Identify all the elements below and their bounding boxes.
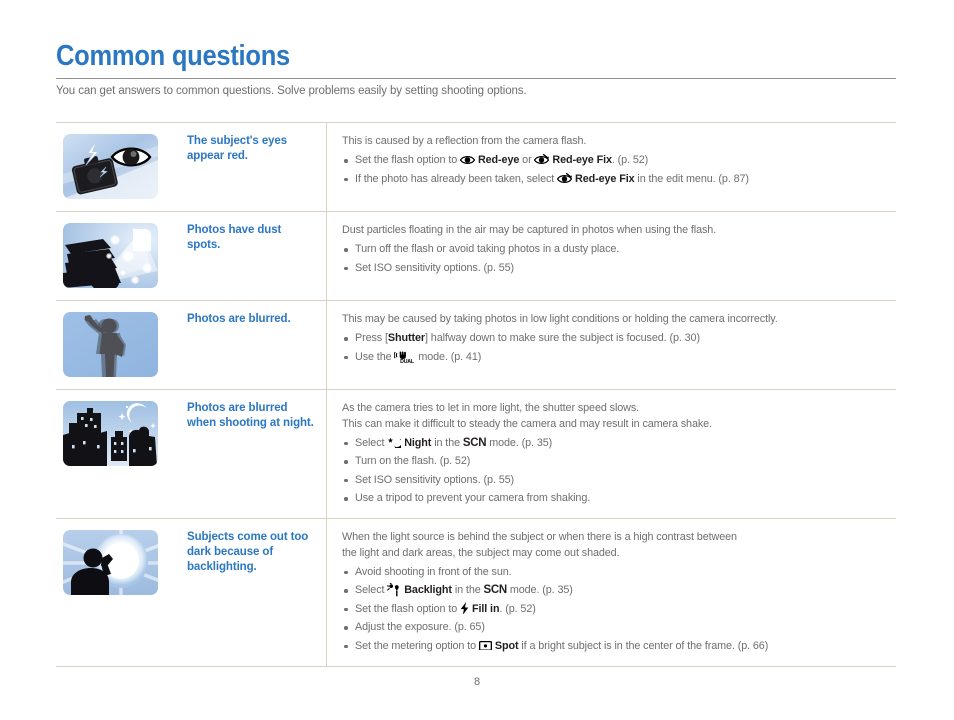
answer-lead-line: As the camera tries to let in more light… (342, 402, 640, 414)
answer-bullet: If the photo has already been taken, sel… (342, 172, 890, 187)
scn-mode-label: SCN (462, 436, 487, 449)
table-row: Photos are blurred. This may be caused by… (56, 300, 897, 390)
answer-bullet: Set ISO sensitivity options. (p. 55) (342, 473, 890, 488)
scn-mode-label: SCN (483, 584, 508, 596)
question-cell: The subject's eyes appear red. (177, 122, 327, 212)
answer-lead-line: This can make it difficult to steady the… (342, 417, 712, 430)
answer-lead-line: This is caused by a reflection from the … (342, 135, 587, 147)
dust-spots-thumbnail (63, 223, 158, 288)
answer-bullet: Set ISO sensitivity options. (p. 55) (342, 261, 890, 276)
answer-bullet: Select Backlight in the SCN mode. (p. 35… (342, 583, 890, 598)
answer-bullet-list: Turn off the flash or avoid taking photo… (342, 242, 890, 276)
answer-cell: When the light source is behind the subj… (327, 519, 897, 667)
emphasis-text: Fill in (469, 602, 500, 615)
spot-metering-icon (478, 640, 492, 651)
answer-bullet: Set the flash option to Fill in. (p. 52) (342, 601, 890, 617)
emphasis-text: Red-eye Fix (572, 172, 635, 185)
night-scene-thumbnail (63, 401, 158, 466)
question-cell: Subjects come out too dark because of ba… (177, 518, 327, 666)
answer-bullet: Turn on the flash. (p. 52) (342, 454, 890, 469)
table-row: The subject's eyes appear red. This is ca… (56, 122, 897, 212)
night-mode-icon (387, 437, 402, 448)
backlight-mode-icon (387, 583, 401, 597)
page-title: Common questions (56, 40, 290, 72)
answer-cell: Dust particles floating in the air may b… (327, 212, 897, 301)
answer-bullet: Press [Shutter] halfway down to make sur… (342, 331, 890, 346)
answer-bullet-list: Avoid shooting in front of the sun. Selec… (342, 565, 890, 654)
answer-lead-line: the light and dark areas, the subject ma… (342, 546, 620, 559)
thumbnail-cell (56, 519, 177, 667)
answer-lead-line: Dust particles floating in the air may b… (342, 224, 717, 236)
question-text: Photos have dust spots. (187, 224, 282, 251)
thumbnail-cell (56, 123, 177, 212)
table-body: The subject's eyes appear red. This is ca… (56, 122, 897, 667)
emphasis-text: Red-eye Fix (549, 154, 612, 166)
answer-cell: This is caused by a reflection from the … (327, 123, 897, 212)
question-cell: Photos have dust spots. (177, 211, 327, 301)
thumbnail-cell (56, 390, 177, 519)
answer-bullet: Set the flash option to Red-eye or Red-e… (342, 153, 890, 168)
title-divider (56, 78, 896, 79)
answer-lead-line: This may be caused by taking photos in l… (342, 313, 778, 325)
blurred-photo-thumbnail (63, 312, 158, 377)
question-text: Photos are blurred. (187, 313, 291, 325)
emphasis-text: Red-eye (475, 154, 520, 166)
red-eye-fix-icon (557, 172, 573, 184)
thumbnail-cell (56, 301, 177, 390)
table-row: Photos are blurred when shooting at nigh… (56, 389, 897, 519)
answer-bullet: Use a tripod to prevent your camera from… (342, 491, 890, 506)
red-eye-thumbnail (63, 134, 158, 199)
answer-bullet: Set the metering option to Spot if a bri… (342, 639, 890, 654)
red-eye-fix-icon (534, 154, 550, 165)
answer-cell: As the camera tries to let in more light… (327, 390, 897, 519)
table-row: Subjects come out too dark because of ba… (56, 518, 897, 667)
manual-page: Common questions You can get answers to … (0, 0, 954, 720)
answer-lead-line: When the light source is behind the subj… (342, 531, 737, 543)
page-subtitle: You can get answers to common questions.… (56, 85, 527, 97)
red-eye-icon (460, 155, 476, 165)
svg-text:DUAL: DUAL (401, 358, 415, 363)
answer-bullet-list: Press [Shutter] halfway down to make sur… (342, 331, 890, 365)
dual-is-icon: DUAL (394, 350, 415, 363)
question-text: Subjects come out too dark because of ba… (187, 531, 309, 573)
fill-in-flash-icon (460, 601, 469, 615)
question-text: The subject's eyes appear red. (187, 135, 288, 162)
thumbnail-cell (56, 212, 177, 301)
emphasis-text: Spot (491, 639, 519, 652)
common-questions-table: The subject's eyes appear red. This is ca… (56, 122, 896, 667)
answer-bullet-list: Select Night in the SCN mode. (p. 35) Tur… (342, 436, 890, 507)
answer-bullet: Adjust the exposure. (p. 65) (342, 620, 890, 635)
answer-bullet: Use the DUAL mode. (p. 41) (342, 350, 890, 365)
answer-bullet-list: Set the flash option to Red-eye or Red-e… (342, 153, 890, 187)
emphasis-text: Shutter (387, 332, 425, 344)
backlight-thumbnail (63, 530, 158, 595)
emphasis-text: Backlight (401, 584, 452, 596)
question-text: Photos are blurred when shooting at nigh… (187, 402, 314, 429)
page-number: 8 (473, 676, 481, 688)
answer-bullet: Avoid shooting in front of the sun. (342, 565, 890, 580)
question-cell: Photos are blurred. (177, 300, 327, 390)
answer-cell: This may be caused by taking photos in l… (327, 301, 897, 390)
answer-bullet: Select Night in the SCN mode. (p. 35) (342, 436, 890, 451)
table-row: Photos have dust spots. Dust particles fl… (56, 211, 897, 301)
emphasis-text: Night (401, 436, 432, 449)
answer-bullet: Turn off the flash or avoid taking photo… (342, 242, 890, 257)
question-cell: Photos are blurred when shooting at nigh… (177, 389, 327, 519)
